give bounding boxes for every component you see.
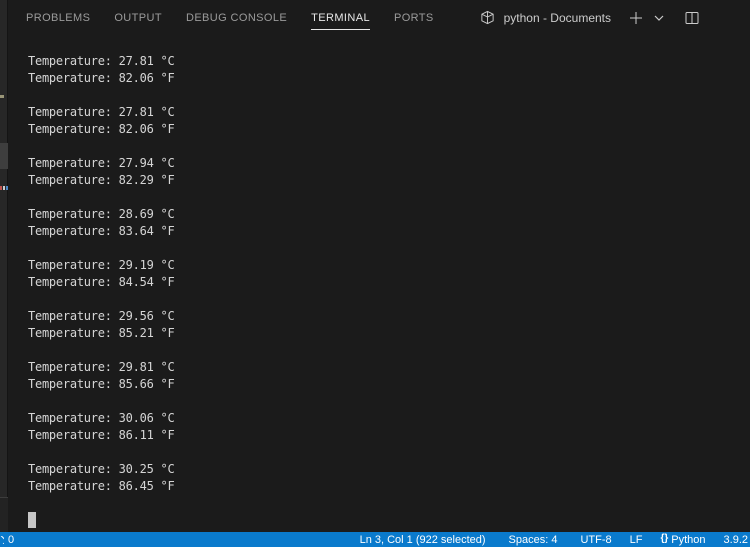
terminal-line: Temperature: 85.66 °F bbox=[28, 376, 750, 393]
status-indentation[interactable]: Spaces: 4 bbox=[500, 534, 572, 546]
terminal-line: Temperature: 29.81 °C bbox=[28, 359, 750, 376]
status-eol[interactable]: LF bbox=[621, 534, 652, 546]
tab-output[interactable]: OUTPUT bbox=[114, 0, 162, 35]
terminal-line: Temperature: 82.06 °F bbox=[28, 70, 750, 87]
color-dots-artifact bbox=[0, 186, 8, 190]
terminal-prompt-line bbox=[28, 512, 750, 529]
status-encoding[interactable]: UTF-8 bbox=[571, 534, 620, 546]
chevron-down-icon[interactable] bbox=[651, 10, 667, 26]
temperature-reading-group: Temperature: 29.56 °CTemperature: 85.21 … bbox=[28, 308, 750, 342]
status-left: 0 bbox=[0, 534, 14, 546]
status-python-version[interactable]: 3.9.2 bbox=[715, 534, 750, 546]
terminal-cursor bbox=[28, 512, 36, 528]
split-terminal-icon[interactable] bbox=[684, 10, 700, 26]
terminal-line: Temperature: 30.25 °C bbox=[28, 461, 750, 478]
terminal-line: Temperature: 86.11 °F bbox=[28, 427, 750, 444]
status-language-label: Python bbox=[671, 534, 705, 546]
status-cursor-position[interactable]: Ln 3, Col 1 (922 selected) bbox=[351, 534, 500, 546]
terminal-line: Temperature: 27.81 °C bbox=[28, 53, 750, 70]
terminal-line: Temperature: 28.69 °C bbox=[28, 206, 750, 223]
tab-debug-console[interactable]: DEBUG CONSOLE bbox=[186, 0, 287, 35]
terminal-line: Temperature: 29.56 °C bbox=[28, 308, 750, 325]
temperature-reading-group: Temperature: 27.81 °CTemperature: 82.06 … bbox=[28, 104, 750, 138]
terminal-line: Temperature: 84.54 °F bbox=[28, 274, 750, 291]
terminal-line: Temperature: 30.06 °C bbox=[28, 410, 750, 427]
temperature-reading-group: Temperature: 27.81 °CTemperature: 82.06 … bbox=[28, 53, 750, 87]
window-edge-sliver bbox=[0, 0, 8, 532]
temperature-reading-group: Temperature: 27.94 °CTemperature: 82.29 … bbox=[28, 155, 750, 189]
terminal-line: Temperature: 85.21 °F bbox=[28, 325, 750, 342]
braces-icon: { } bbox=[660, 533, 667, 544]
minimap-tick-artifact bbox=[0, 95, 4, 98]
warnings-count[interactable]: 0 bbox=[8, 534, 14, 546]
terminal-output[interactable]: Temperature: 27.81 °CTemperature: 82.06 … bbox=[9, 35, 750, 529]
panel-header: PROBLEMS OUTPUT DEBUG CONSOLE TERMINAL P… bbox=[9, 0, 750, 35]
terminal-line: Temperature: 27.94 °C bbox=[28, 155, 750, 172]
tab-terminal[interactable]: TERMINAL bbox=[311, 0, 370, 35]
temperature-reading-group: Temperature: 29.81 °CTemperature: 85.66 … bbox=[28, 359, 750, 393]
temperature-reading-group: Temperature: 29.19 °CTemperature: 84.54 … bbox=[28, 257, 750, 291]
temperature-reading-group: Temperature: 28.69 °CTemperature: 83.64 … bbox=[28, 206, 750, 240]
terminal-line: Temperature: 83.64 °F bbox=[28, 223, 750, 240]
terminal-line: Temperature: 29.19 °C bbox=[28, 257, 750, 274]
tab-problems[interactable]: PROBLEMS bbox=[26, 0, 90, 35]
terminal-line: Temperature: 86.45 °F bbox=[28, 478, 750, 495]
temperature-reading-group: Temperature: 30.25 °CTemperature: 86.45 … bbox=[28, 461, 750, 495]
terminal-line: Temperature: 82.29 °F bbox=[28, 172, 750, 189]
status-right: Ln 3, Col 1 (922 selected) Spaces: 4 UTF… bbox=[351, 534, 750, 546]
status-language[interactable]: { } Python bbox=[651, 534, 714, 546]
terminal-profile-label[interactable]: python - Documents bbox=[504, 11, 611, 25]
warning-icon-clipped bbox=[0, 536, 4, 544]
terminal-line: Temperature: 27.81 °C bbox=[28, 104, 750, 121]
scrollbar-thumb-artifact bbox=[0, 143, 8, 169]
temperature-reading-group: Temperature: 30.06 °CTemperature: 86.11 … bbox=[28, 410, 750, 444]
terminal-profile-icon bbox=[480, 10, 495, 25]
tab-ports[interactable]: PORTS bbox=[394, 0, 434, 35]
new-terminal-plus-icon[interactable] bbox=[628, 10, 644, 26]
terminal-header-actions: python - Documents bbox=[480, 0, 700, 35]
status-bar: 0 Ln 3, Col 1 (922 selected) Spaces: 4 U… bbox=[0, 532, 750, 547]
terminal-line: Temperature: 82.06 °F bbox=[28, 121, 750, 138]
strip-bottom bbox=[0, 498, 8, 532]
terminal-panel: PROBLEMS OUTPUT DEBUG CONSOLE TERMINAL P… bbox=[9, 0, 750, 532]
panel-tab-bar: PROBLEMS OUTPUT DEBUG CONSOLE TERMINAL P… bbox=[26, 0, 434, 35]
